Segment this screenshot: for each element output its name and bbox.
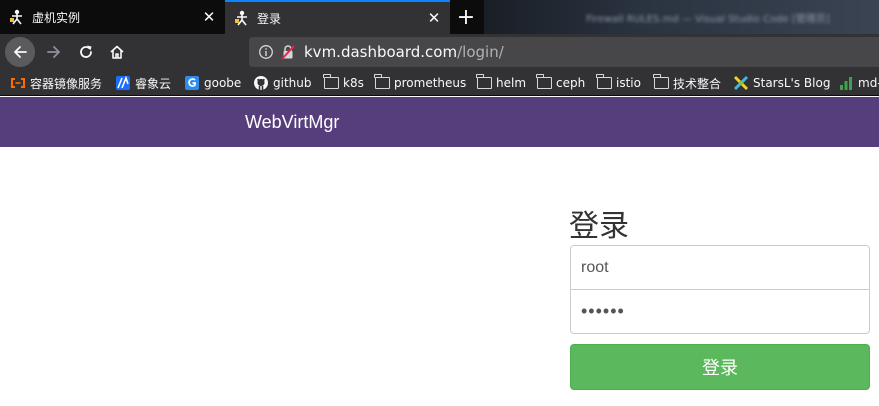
bar-chart-icon bbox=[838, 75, 854, 91]
webvirtmgr-favicon-icon bbox=[9, 9, 25, 25]
close-tab-icon[interactable]: ✕ bbox=[426, 10, 442, 26]
folder-icon bbox=[653, 74, 669, 91]
bookmark-container-registry[interactable]: 容器镜像服务 bbox=[10, 74, 102, 92]
bookmark-folder-k8s[interactable]: k8s bbox=[323, 74, 364, 92]
bookmark-starsl-blog[interactable]: StarsL's Blog bbox=[733, 74, 830, 92]
url-host: kvm.dashboard.com bbox=[304, 43, 458, 61]
bookmark-folder-prometheus[interactable]: prometheus bbox=[374, 74, 466, 92]
reload-icon bbox=[80, 45, 92, 58]
back-arrow-icon bbox=[14, 46, 27, 58]
bookmark-label: istio bbox=[616, 76, 641, 90]
login-submit-button[interactable]: 登录 bbox=[570, 344, 870, 390]
bookmark-label: 睿象云 bbox=[135, 76, 172, 91]
tab-title: 虚机实例 bbox=[32, 10, 81, 25]
site-header: WebVirtMgr bbox=[0, 97, 879, 147]
bookmark-label: helm bbox=[496, 76, 527, 90]
bookmark-label: ceph bbox=[556, 76, 586, 90]
bookmark-folder-ceph[interactable]: ceph bbox=[536, 74, 585, 92]
login-heading: 登录 bbox=[569, 210, 629, 243]
bookmark-label: 技术整合 bbox=[673, 76, 722, 91]
folder-icon bbox=[596, 74, 612, 91]
bookmark-label: prometheus bbox=[394, 76, 467, 90]
address-bar[interactable]: kvm.dashboard.com/login/ bbox=[249, 37, 879, 67]
folder-icon bbox=[476, 74, 492, 91]
username-input[interactable] bbox=[570, 245, 870, 290]
bookmark-label: github bbox=[273, 76, 312, 90]
tab-vm-instances[interactable]: 虚机实例 ✕ bbox=[0, 0, 225, 34]
blurred-window-area: Firewall RULES.md — Visual Studio Code [… bbox=[484, 0, 879, 34]
forward-arrow-icon bbox=[47, 46, 60, 58]
browser-tab-strip: 虚机实例 ✕ 登录 ✕ + Firewall RULES.md — Visual… bbox=[0, 0, 879, 34]
insecure-lock-icon[interactable] bbox=[280, 44, 296, 60]
url-text: kvm.dashboard.com/login/ bbox=[304, 43, 504, 61]
aliyun-icon bbox=[10, 75, 26, 91]
password-input[interactable] bbox=[570, 289, 870, 334]
bookmark-label: StarsL's Blog bbox=[753, 76, 831, 90]
bookmark-label: k8s bbox=[343, 76, 364, 90]
new-tab-button[interactable]: + bbox=[452, 0, 480, 34]
bookmark-goobe[interactable]: goobe bbox=[184, 74, 241, 92]
starsl-icon bbox=[733, 75, 749, 91]
goobe-icon bbox=[184, 75, 200, 91]
ruixiang-icon bbox=[115, 75, 131, 91]
github-icon bbox=[253, 75, 269, 91]
reload-button[interactable] bbox=[72, 38, 100, 66]
bookmark-ruixiang[interactable]: 睿象云 bbox=[115, 74, 171, 92]
folder-icon bbox=[374, 74, 390, 91]
forward-button[interactable] bbox=[40, 38, 68, 66]
bookmark-label: 容器镜像服务 bbox=[30, 76, 103, 91]
tab-title: 登录 bbox=[257, 11, 282, 26]
bookmarks-toolbar: 容器镜像服务 睿象云 goobe github k8s prometheus h… bbox=[0, 70, 879, 96]
tab-login-active[interactable]: 登录 ✕ bbox=[225, 0, 450, 34]
back-button[interactable] bbox=[5, 37, 35, 67]
bookmark-folder-helm[interactable]: helm bbox=[476, 74, 526, 92]
bookmark-folder-tech[interactable]: 技术整合 bbox=[653, 74, 721, 92]
webvirtmgr-favicon-icon bbox=[234, 10, 250, 26]
home-button[interactable] bbox=[103, 38, 131, 66]
bookmark-label: md- bbox=[858, 76, 879, 90]
folder-icon bbox=[323, 74, 339, 91]
bookmark-label: goobe bbox=[204, 76, 242, 90]
navigation-toolbar: kvm.dashboard.com/login/ bbox=[0, 34, 879, 70]
bookmark-md[interactable]: md- bbox=[838, 74, 879, 92]
site-info-icon[interactable] bbox=[258, 44, 274, 60]
home-icon bbox=[110, 45, 124, 59]
bookmark-github[interactable]: github bbox=[253, 74, 311, 92]
url-path: /login/ bbox=[457, 43, 504, 61]
bookmark-folder-istio[interactable]: istio bbox=[596, 74, 641, 92]
close-tab-icon[interactable]: ✕ bbox=[201, 9, 217, 25]
folder-icon bbox=[536, 74, 552, 91]
brand-link[interactable]: WebVirtMgr bbox=[245, 112, 339, 133]
blurred-window-title: Firewall RULES.md — Visual Studio Code [… bbox=[586, 14, 830, 24]
